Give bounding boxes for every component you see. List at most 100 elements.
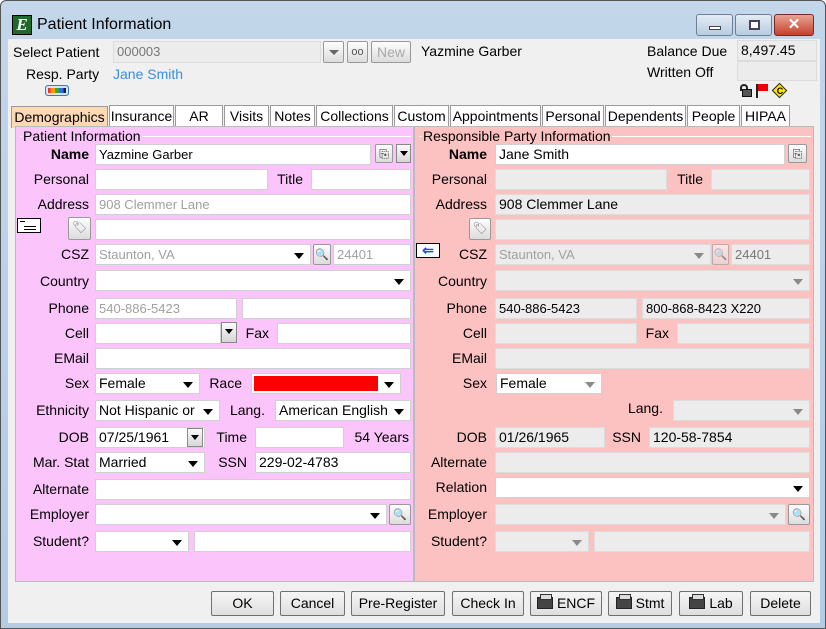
rp-alternate-input[interactable] [495,452,810,473]
patient-employer-select[interactable] [95,504,387,525]
patient-ethnicity-select[interactable]: Not Hispanic or [95,400,220,421]
address-tag-button[interactable]: 🏷 [68,217,91,240]
tab-collections[interactable]: Collections [316,105,393,127]
rp-address-tag-button[interactable]: 🏷 [469,218,491,240]
rp-cell-input[interactable] [495,323,637,344]
rp-employer-select[interactable] [495,504,786,525]
lock-open-icon[interactable] [739,84,752,97]
pre-register-button[interactable]: Pre-Register [351,591,445,616]
patient-title-input[interactable] [311,169,411,190]
tab-notes[interactable]: Notes [270,105,315,127]
patient-student-select[interactable] [95,531,189,552]
stmt-button[interactable]: Stmt [608,591,672,616]
rp-name-input[interactable]: Jane Smith [495,144,785,165]
resp-party-link[interactable]: Jane Smith [113,66,183,82]
rp-name-card-button[interactable]: ⎘ [788,144,807,163]
patient-country-select[interactable] [95,270,411,291]
rp-phone-label: Phone [446,300,487,316]
new-patient-button[interactable]: New [371,41,411,63]
minimize-button[interactable] [696,14,733,36]
tab-visits[interactable]: Visits [224,105,269,127]
tab-demographics[interactable]: Demographics [11,106,108,128]
tab-insurance[interactable]: Insurance [109,105,174,127]
tab-hipaa[interactable]: HIPAA [741,105,790,127]
check-in-button[interactable]: Check In [452,591,524,616]
tab-ar[interactable]: AR [175,105,223,127]
patient-race-label: Race [209,375,242,391]
rp-fax-input[interactable] [677,323,810,344]
rp-zip-input[interactable]: 24401 [731,244,810,265]
name-dropdown-button[interactable] [396,144,411,163]
lab-button[interactable]: Lab [679,591,743,616]
patient-csz-select[interactable]: Staunton, VA [95,244,311,265]
ok-button[interactable]: OK [211,591,274,616]
name-card-icon: ⎘ [792,147,803,161]
rp-address1-input[interactable]: 908 Clemmer Lane [495,194,810,215]
cancel-button[interactable]: Cancel [280,591,345,616]
rp-phone1-input[interactable]: 540-886-5423 [495,298,637,319]
patient-cell-input[interactable] [95,323,221,344]
patient-name-input[interactable]: Yazmine Garber [95,144,371,165]
rp-student-extra-input[interactable] [594,531,810,552]
view-patient-button[interactable]: oo [347,41,368,63]
rp-lang-select[interactable] [673,400,810,421]
tab-appointments[interactable]: Appointments [450,105,541,127]
dob-calendar-button[interactable] [187,428,203,447]
rp-address2-input[interactable] [495,219,810,240]
tab-custom[interactable]: Custom [394,105,449,127]
patient-race-select[interactable] [251,373,401,394]
tab-dependents[interactable]: Dependents [605,105,686,127]
rp-phone2-input[interactable]: 800-868-8423 X220 [642,298,810,319]
employer-lookup-button[interactable]: 🔍 [389,504,411,525]
rp-employer-lookup-button[interactable]: 🔍 [788,504,810,525]
patient-alternate-input[interactable] [95,479,411,500]
rp-dob-input[interactable]: 01/26/1965 [495,427,605,448]
red-flag-icon[interactable] [755,84,769,98]
patient-time-input[interactable] [255,427,344,448]
rp-employer-label: Employer [427,506,487,522]
name-card-button[interactable]: ⎘ [375,144,393,163]
patient-marital-select[interactable]: Married [95,452,205,473]
patient-address1-input[interactable]: 908 Clemmer Lane [95,194,411,215]
patient-phone1-input[interactable]: 540-886-5423 [95,298,237,319]
patient-student-extra-input[interactable] [194,531,411,552]
patient-personal-input[interactable] [95,169,268,190]
rp-relation-select[interactable] [495,477,810,498]
rp-personal-input[interactable] [495,169,667,190]
patient-phone2-input[interactable] [242,298,411,319]
encf-button[interactable]: ENCF [530,591,602,616]
cell-dropdown-button[interactable] [221,322,237,343]
patient-age-display: 54 Years [354,429,410,445]
rp-sex-select[interactable]: Female [496,373,602,394]
rp-csz-select[interactable]: Staunton, VA [495,244,711,265]
patient-email-input[interactable] [95,348,411,369]
close-button[interactable]: ✕ [774,14,814,36]
patient-lang-select[interactable]: American English [275,400,411,421]
tab-personal[interactable]: Personal [542,105,604,127]
rp-ssn-input[interactable]: 120-58-7854 [649,427,810,448]
rp-csz-lookup-button[interactable]: 🔍 [712,244,729,265]
card-icon[interactable] [45,85,69,96]
rp-student-select[interactable] [495,531,589,552]
patient-ssn-input[interactable]: 229-02-4783 [255,452,411,473]
patient-lang-label: Lang. [229,402,265,418]
patient-zip-input[interactable]: 24401 [333,244,411,265]
resp-party-label: Resp. Party [26,66,100,82]
printer-icon [689,594,706,609]
maximize-button[interactable] [735,14,772,36]
patient-address2-input[interactable] [95,219,411,240]
tab-people[interactable]: People [687,105,740,127]
rp-title-input[interactable] [711,169,810,190]
delete-button[interactable]: Delete [750,591,811,616]
rp-country-select[interactable] [495,270,810,291]
collections-c-icon[interactable]: C [771,82,788,99]
balance-due-label: Balance Due [647,43,728,59]
rp-email-input[interactable] [495,348,810,369]
patient-fax-input[interactable] [277,323,411,344]
patient-id-input[interactable]: 000003 [113,41,321,63]
patient-dropdown-button[interactable] [323,41,344,63]
patient-sex-select[interactable]: Female [95,373,200,394]
envelope-icon[interactable] [17,218,41,233]
csz-lookup-button[interactable]: 🔍 [313,244,331,265]
patient-country-label: Country [39,273,89,289]
